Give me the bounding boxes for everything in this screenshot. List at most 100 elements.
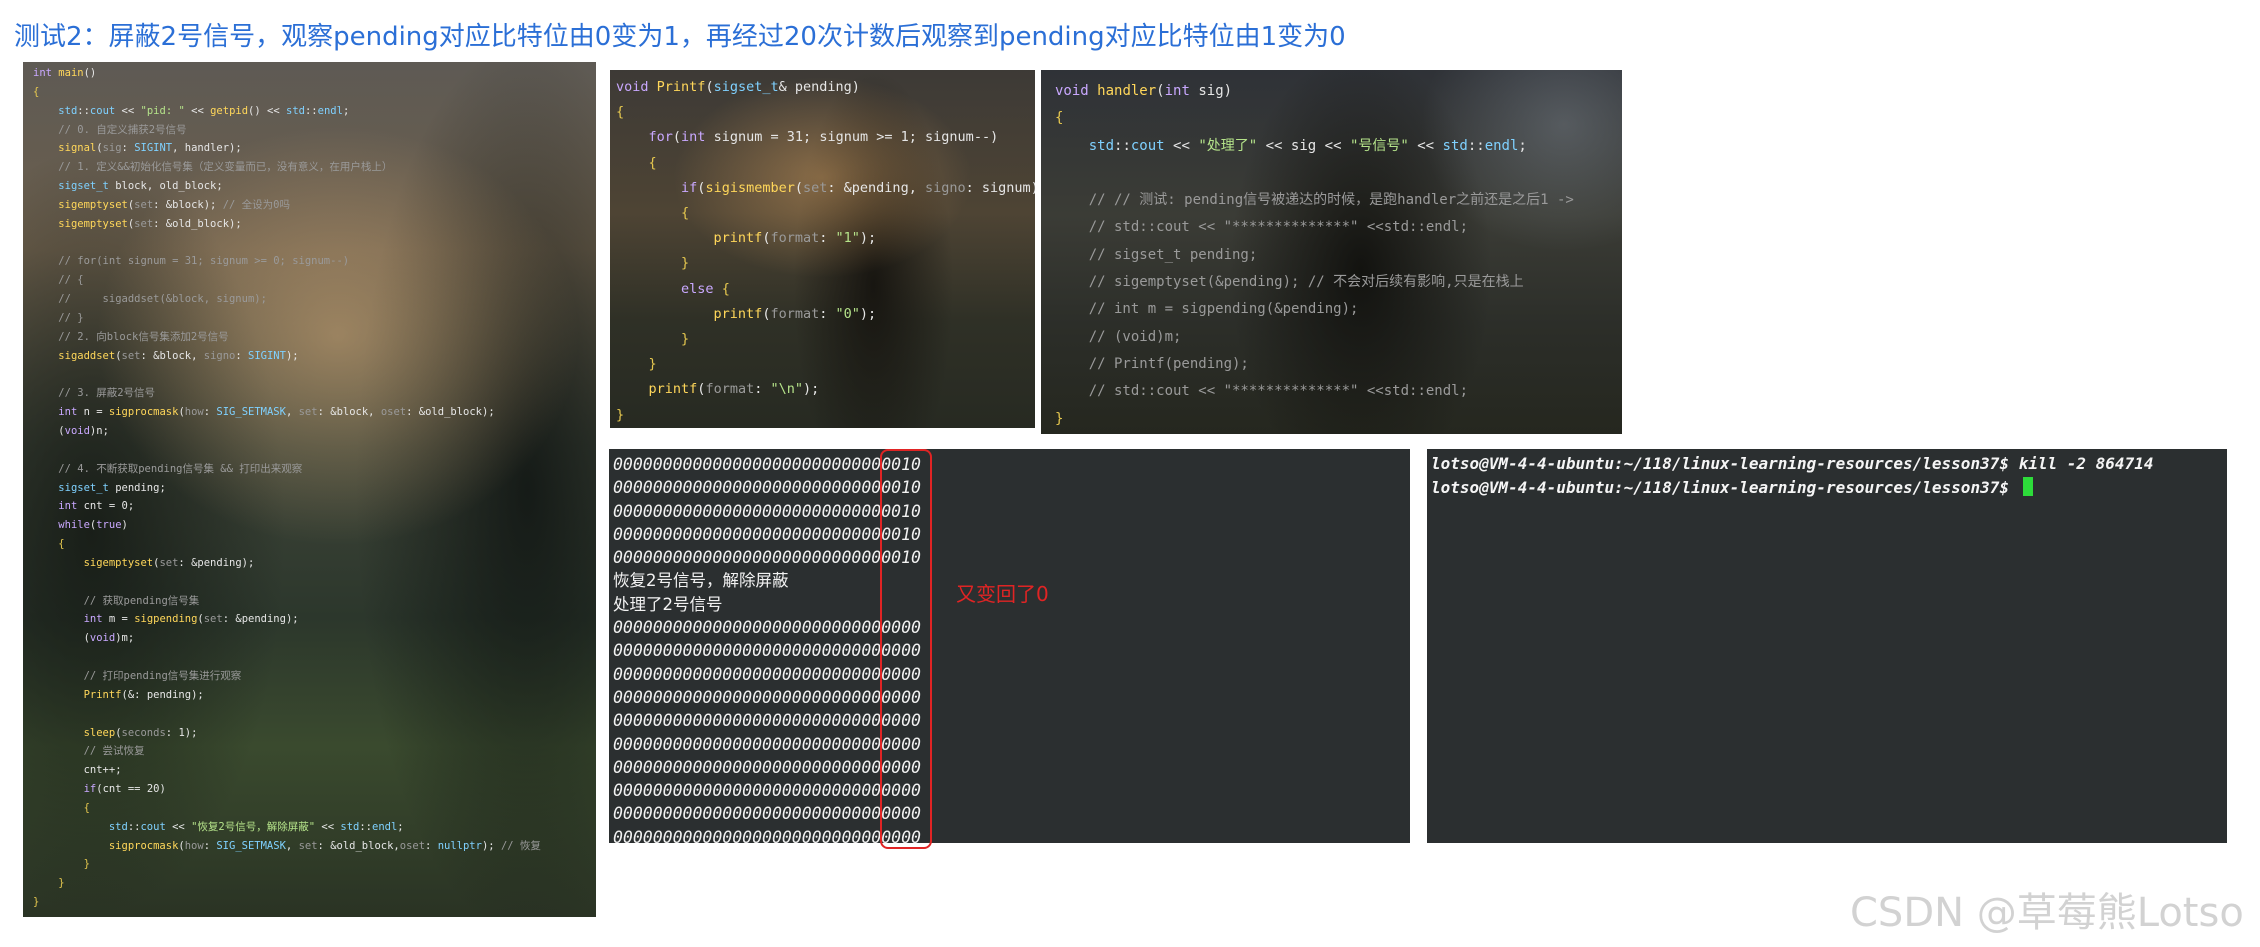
code-line: // int m = sigpending(&pending);	[1088, 301, 1359, 318]
code-line: sigemptyset(set: &pending);	[83, 556, 255, 569]
code-line: // // 测试: pending信号被递达的时候，是跑handler之前还是之…	[1088, 192, 1574, 209]
code-line: // sigaddset(&block, signum);	[58, 293, 267, 306]
code-line: sigaddset(set: &block, signo: SIGINT);	[58, 349, 299, 362]
shell-line: lotso@VM-4-4-ubuntu:~/118/linux-learning…	[1431, 452, 2153, 476]
code-line: for(int signum = 31; signum >= 1; signum…	[648, 129, 999, 146]
code-line: // 获取pending信号集	[83, 594, 200, 607]
code-line: printf(format: "\n");	[648, 381, 820, 398]
code-line: Printf(&: pending);	[83, 688, 204, 701]
shell-line: lotso@VM-4-4-ubuntu:~/118/linux-learning…	[1431, 476, 2153, 500]
code-line: // 3. 屏蔽2号信号	[58, 387, 156, 400]
code-line: sleep(seconds: 1);	[83, 726, 198, 739]
code-line: }	[33, 896, 40, 909]
code-panel-printf: void Printf(sigset_t& pending) { for(int …	[610, 70, 1035, 428]
code-line: // 2. 向block信号集添加2号信号	[58, 330, 229, 343]
output-line: 0000000000000000000000000000010	[613, 455, 921, 474]
output-line: 0000000000000000000000000000010	[613, 478, 921, 498]
code-panel-handler: void handler(int sig){ std::cout << "处理了…	[1041, 70, 1622, 434]
code-line: int m = sigpending(set: &pending);	[83, 613, 299, 626]
code-line: printf(format: "0");	[713, 305, 877, 322]
code-line: // std::cout << "**************" <<std::…	[1088, 219, 1469, 236]
code-line: }	[681, 331, 690, 348]
code-line: void handler(int sig)	[1055, 83, 1233, 99]
output-line: 0000000000000000000000000000010	[613, 548, 921, 568]
output-line: 0000000000000000000000000000000	[613, 711, 921, 731]
output-line: 0000000000000000000000000000000	[613, 664, 921, 684]
shell-line-text: lotso@VM-4-4-ubuntu:~/118/linux-learning…	[1431, 478, 2019, 497]
code-line: while(true)	[58, 519, 128, 532]
shell-line-text: lotso@VM-4-4-ubuntu:~/118/linux-learning…	[1431, 454, 2154, 473]
code-line: {	[616, 104, 625, 121]
code-line: sigemptyset(set: &old_block);	[58, 217, 242, 230]
code-line: sigemptyset(set: &block); // 全设为0吗	[58, 198, 291, 211]
code-line: sigprocmask(how: SIG_SETMASK, set: &old_…	[108, 839, 541, 852]
code-line: {	[1055, 110, 1064, 127]
code-main: int main(){ std::cout << "pid: " << getp…	[33, 64, 596, 917]
code-line: {	[648, 154, 657, 171]
shell-lines: lotso@VM-4-4-ubuntu:~/118/linux-learning…	[1431, 452, 2153, 500]
output-line: 0000000000000000000000000000000	[613, 734, 921, 754]
output-line: 0000000000000000000000000000000	[613, 618, 921, 638]
code-line: // 4. 不断获取pending信号集 && 打印出来观察	[58, 462, 303, 475]
code-line: (void)n;	[58, 425, 109, 438]
code-line: // sigset_t pending;	[1088, 246, 1258, 263]
code-line: }	[648, 356, 657, 373]
code-line: else {	[681, 280, 730, 297]
watermark: CSDN @草莓熊Lotso	[1850, 890, 2244, 936]
code-line: }	[616, 406, 625, 423]
code-line: // {	[58, 274, 84, 287]
code-line: {	[681, 205, 690, 222]
code-line: std::cout << "处理了" << sig << "号信号" << st…	[1088, 137, 1527, 154]
code-panel-main: int main(){ std::cout << "pid: " << getp…	[23, 62, 596, 917]
code-line: {	[58, 538, 65, 551]
code-line: sigset_t block, old_block;	[58, 180, 223, 193]
code-line: {	[33, 85, 40, 98]
output-line: 处理了2号信号	[613, 594, 723, 614]
shell-terminal[interactable]: lotso@VM-4-4-ubuntu:~/118/linux-learning…	[1427, 449, 2227, 843]
code-line: (void)m;	[83, 632, 135, 645]
output-line: 恢复2号信号，解除屏蔽	[613, 571, 789, 591]
output-line: 0000000000000000000000000000000	[613, 757, 921, 777]
code-line: // Printf(pending);	[1088, 355, 1249, 372]
code-line: // for(int signum = 31; signum >= 0; sig…	[58, 255, 350, 268]
code-line: }	[1055, 410, 1064, 427]
code-line: int n = sigprocmask(how: SIG_SETMASK, se…	[58, 406, 495, 419]
code-line: printf(format: "1");	[713, 230, 877, 247]
code-line: // sigemptyset(&pending); // 不会对后续有影响,只是…	[1088, 274, 1524, 291]
output-line: 0000000000000000000000000000000	[613, 641, 921, 661]
code-line: // 尝试恢复	[83, 745, 145, 758]
output-terminal[interactable]: 0000000000000000000000000000010 000000000…	[609, 449, 1410, 843]
code-line: // std::cout << "**************" <<std::…	[1088, 383, 1469, 400]
code-line: {	[83, 801, 90, 814]
code-handler: void handler(int sig){ std::cout << "处理了…	[1055, 78, 1622, 434]
output-lines: 0000000000000000000000000000010 000000000…	[613, 453, 921, 843]
code-line: if(sigismember(set: &pending, signo: sig…	[681, 179, 1035, 196]
terminal-cursor	[2022, 477, 2033, 496]
code-line: std::cout << "恢复2号信号，解除屏蔽" << std::endl;	[108, 820, 404, 833]
code-line: // 1. 定义&&初始化信号集（定义变量而已，没有意义，在用户栈上）	[58, 161, 393, 174]
code-line: if(cnt == 20)	[83, 783, 166, 796]
code-line: signal(sig: SIGINT, handler);	[58, 142, 242, 155]
output-line: 0000000000000000000000000000000	[613, 827, 921, 843]
code-line: }	[681, 255, 690, 272]
code-line: // 打印pending信号集进行观察	[83, 670, 242, 682]
code-line: std::cout << "pid: " << getpid() << std:…	[58, 104, 350, 117]
page-heading: 测试2：屏蔽2号信号，观察pending对应比特位由0变为1，再经过20次计数后…	[14, 22, 1346, 52]
code-line: int main()	[33, 67, 97, 79]
code-line: // }	[58, 311, 84, 324]
code-line: }	[83, 858, 90, 871]
highlight-box	[880, 449, 932, 849]
code-line: cnt++;	[83, 764, 122, 777]
code-line: // 0. 自定义捕获2号信号	[58, 123, 187, 136]
output-line: 0000000000000000000000000000010	[613, 501, 921, 521]
code-line: sigset_t pending;	[58, 481, 166, 494]
annotation-label: 又变回了0	[956, 582, 1049, 606]
code-line: void Printf(sigset_t& pending)	[616, 79, 860, 95]
